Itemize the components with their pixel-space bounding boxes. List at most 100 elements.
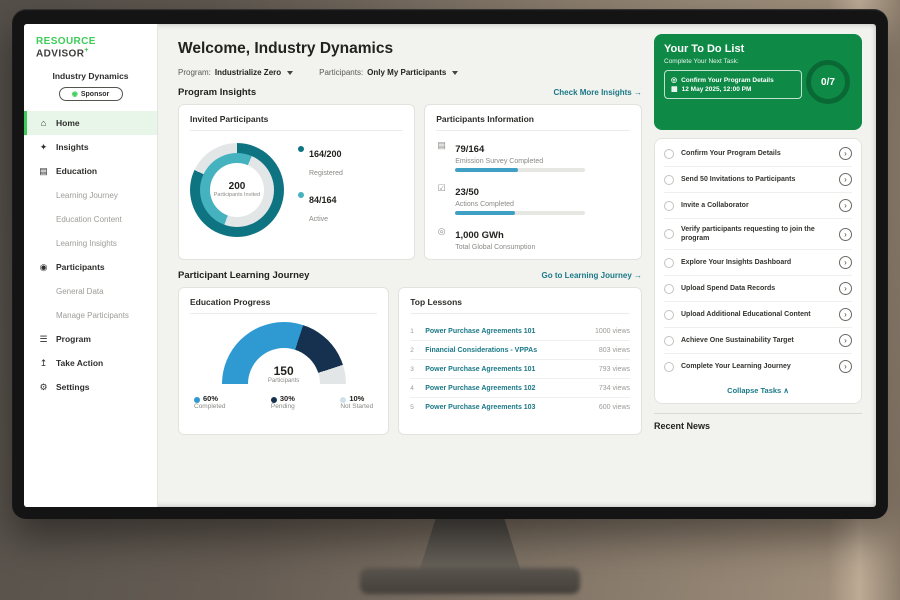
participants-information-card: Participants Information ▤ 79/164 Emissi…: [424, 104, 642, 260]
program-insights-header: Program Insights Check More Insights →: [178, 87, 642, 98]
monitor-stand-neck: [418, 515, 522, 575]
logo-plus: +: [84, 47, 89, 54]
chevron-right-icon[interactable]: ›: [839, 228, 852, 241]
monitor-bezel: RESOURCE ADVISOR+ Industry Dynamics ◉ Sp…: [12, 9, 888, 519]
go-to-learning-journey-link[interactable]: Go to Learning Journey →: [542, 271, 642, 280]
education-gauge-center: 150 Participants: [222, 364, 346, 384]
legend-pending: 30% Pending: [271, 394, 295, 410]
lesson-link[interactable]: Power Purchase Agreements 102: [425, 385, 592, 392]
logo-text-advisor: ADVISOR: [36, 48, 84, 59]
sidebar-item-program[interactable]: ☰ Program: [24, 327, 157, 351]
sidebar-item-insights[interactable]: ✦ Insights: [24, 135, 157, 159]
task-checkbox[interactable]: [664, 362, 674, 372]
gear-icon: ⚙: [38, 382, 49, 393]
chevron-right-icon[interactable]: ›: [839, 360, 852, 373]
task-checkbox[interactable]: [664, 175, 674, 185]
sponsor-label: Sponsor: [81, 91, 109, 98]
participants-filter-dropdown[interactable]: Participants: Only My Participants: [319, 68, 458, 77]
task-checkbox[interactable]: [664, 284, 674, 294]
todo-column: Your To Do List Complete Your Next Task:…: [654, 34, 862, 507]
emission-progress-bar: [455, 168, 585, 172]
task-row[interactable]: Upload Additional Educational Content ›: [664, 302, 852, 328]
task-checkbox[interactable]: [664, 258, 674, 268]
page-title: Welcome, Industry Dynamics: [178, 40, 642, 58]
invited-participants-card: Invited Participants 200 Participants In…: [178, 104, 415, 260]
home-icon: ⌂: [38, 118, 49, 128]
sidebar-item-learning-insights[interactable]: Learning Insights: [24, 231, 157, 255]
target-icon: ◎: [671, 76, 677, 84]
actions-progress-bar: [455, 211, 585, 215]
chevron-right-icon[interactable]: ›: [839, 173, 852, 186]
todo-progress-ring: 0/7: [806, 60, 850, 104]
task-row[interactable]: Achieve One Sustainability Target ›: [664, 328, 852, 354]
chevron-right-icon[interactable]: ›: [839, 282, 852, 295]
sponsor-icon: ◉: [72, 90, 78, 98]
monitor-stand-base: [360, 568, 580, 594]
sidebar-item-general-data[interactable]: General Data: [24, 279, 157, 303]
lesson-link[interactable]: Power Purchase Agreements 101: [425, 366, 592, 373]
sidebar-item-education[interactable]: ▤ Education: [24, 159, 157, 183]
chevron-right-icon[interactable]: ›: [839, 308, 852, 321]
task-row[interactable]: Send 50 Invitations to Participants ›: [664, 167, 852, 193]
consumption-row: ◎ 1,000 GWh Total Global Consumption: [436, 225, 630, 254]
sidebar-item-settings[interactable]: ⚙ Settings: [24, 375, 157, 399]
collapse-caret-icon: ∧: [783, 386, 789, 395]
filters-row: Program: Industrialize Zero Participants…: [178, 68, 642, 77]
program-filter-dropdown[interactable]: Program: Industrialize Zero: [178, 68, 293, 77]
todo-tasks-card: Confirm Your Program Details › Send 50 I…: [654, 138, 862, 404]
logo-text-resource: RESOURCE: [36, 36, 96, 47]
check-more-insights-link[interactable]: Check More Insights →: [554, 88, 642, 97]
sidebar-item-learning-journey[interactable]: Learning Journey: [24, 183, 157, 207]
sidebar-item-participants[interactable]: ◉ Participants: [24, 255, 157, 279]
task-row[interactable]: Complete Your Learning Journey ›: [664, 354, 852, 379]
app-logo: RESOURCE ADVISOR+: [24, 34, 157, 67]
task-checkbox[interactable]: [664, 149, 674, 159]
learning-journey-header: Participant Learning Journey Go to Learn…: [178, 270, 642, 281]
sponsor-badge[interactable]: ◉ Sponsor: [59, 87, 123, 101]
task-row[interactable]: Invite a Collaborator ›: [664, 193, 852, 219]
next-task-box[interactable]: ◎ Confirm Your Program Details ▦ 12 May …: [664, 70, 802, 99]
lesson-row[interactable]: 5 Power Purchase Agreements 103 600 view…: [410, 398, 630, 416]
sidebar-item-home[interactable]: ⌂ Home: [24, 111, 157, 135]
task-row[interactable]: Upload Spend Data Records ›: [664, 276, 852, 302]
chevron-right-icon[interactable]: ›: [839, 256, 852, 269]
task-checkbox[interactable]: [664, 336, 674, 346]
sidebar-item-manage-participants[interactable]: Manage Participants: [24, 303, 157, 327]
lesson-link[interactable]: Power Purchase Agreements 101: [425, 328, 588, 335]
org-name: Industry Dynamics: [24, 71, 157, 81]
pending-dot-icon: [271, 397, 277, 403]
sidebar: RESOURCE ADVISOR+ Industry Dynamics ◉ Sp…: [24, 24, 158, 507]
sidebar-item-take-action[interactable]: ↥ Take Action: [24, 351, 157, 375]
actions-icon: ☑: [436, 182, 447, 215]
task-checkbox[interactable]: [664, 201, 674, 211]
task-checkbox[interactable]: [664, 229, 674, 239]
collapse-tasks-link[interactable]: Collapse Tasks ∧: [664, 379, 852, 401]
chevron-right-icon[interactable]: ›: [839, 199, 852, 212]
dashboard-screen: RESOURCE ADVISOR+ Industry Dynamics ◉ Sp…: [24, 24, 876, 507]
chevron-down-icon: [452, 71, 458, 75]
active-dot-icon: [298, 192, 304, 198]
participants-icon: ◉: [38, 262, 49, 273]
task-row[interactable]: Verify participants requesting to join t…: [664, 219, 852, 250]
sidebar-nav: ⌂ Home ✦ Insights ▤ Education Learning J…: [24, 111, 157, 399]
chevron-right-icon[interactable]: ›: [839, 147, 852, 160]
lesson-row[interactable]: 3 Power Purchase Agreements 101 793 view…: [410, 360, 630, 379]
sidebar-item-education-content[interactable]: Education Content: [24, 207, 157, 231]
education-gauge: 150 Participants: [222, 322, 346, 384]
chevron-right-icon[interactable]: ›: [839, 334, 852, 347]
content-column: Welcome, Industry Dynamics Program: Indu…: [178, 34, 642, 507]
task-row[interactable]: Confirm Your Program Details ›: [664, 141, 852, 167]
invited-legend: 164/200 Registered 84/164 Active: [298, 144, 343, 236]
task-checkbox[interactable]: [664, 310, 674, 320]
task-row[interactable]: Explore Your Insights Dashboard ›: [664, 250, 852, 276]
lesson-row[interactable]: 1 Power Purchase Agreements 101 1000 vie…: [410, 322, 630, 341]
emission-survey-icon: ▤: [436, 139, 447, 172]
lesson-link[interactable]: Power Purchase Agreements 103: [425, 404, 592, 411]
chevron-down-icon: [287, 71, 293, 75]
not-started-dot-icon: [340, 397, 346, 403]
lesson-link[interactable]: Financial Considerations - VPPAs: [425, 347, 592, 354]
legend-not-started: 10% Not Started: [340, 394, 373, 410]
lesson-row[interactable]: 2 Financial Considerations - VPPAs 803 v…: [410, 341, 630, 360]
actions-completed-row: ☑ 23/50 Actions Completed: [436, 182, 630, 215]
lesson-row[interactable]: 4 Power Purchase Agreements 102 734 view…: [410, 379, 630, 398]
